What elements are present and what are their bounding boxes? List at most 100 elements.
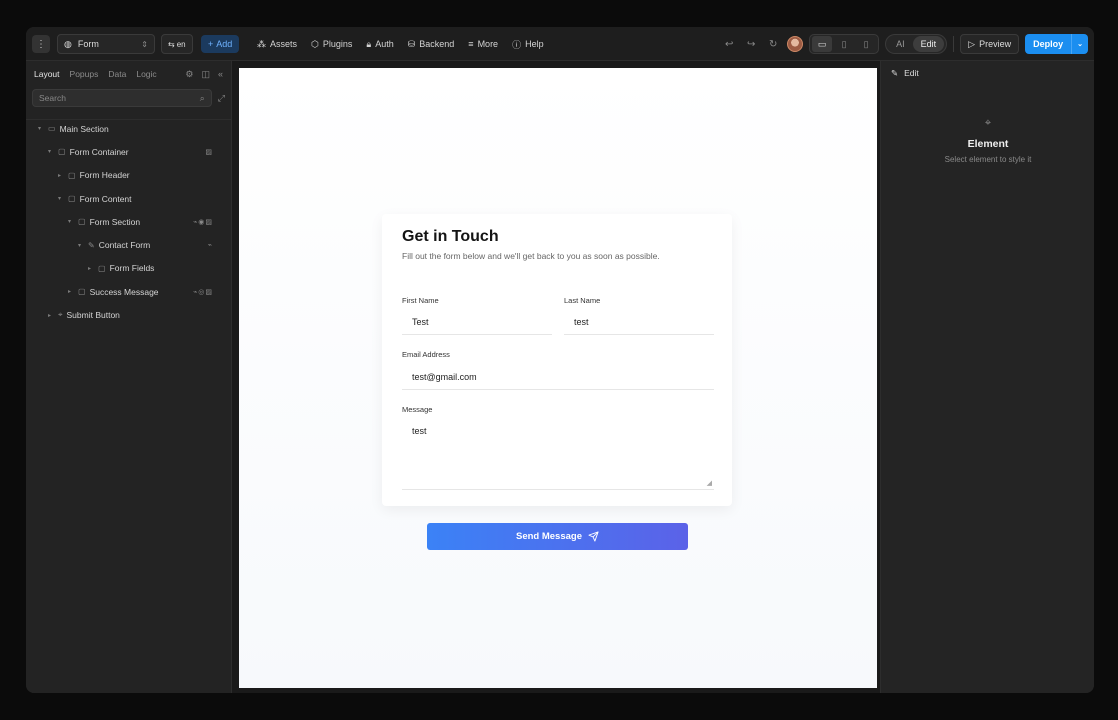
add-button[interactable]: + Add [201, 35, 240, 53]
expand-icon[interactable]: ⤢ [218, 93, 225, 104]
toolbar-divider [953, 36, 955, 52]
panel-icon[interactable]: ◫ [201, 69, 210, 80]
app-window: ⋮ ◍ Form ⇕ ⇆ en + Add ⁂ Assets ⬡ Plugins… [26, 27, 1094, 693]
search-placeholder: Search [39, 93, 66, 103]
search-input[interactable]: Search ⌕ [32, 89, 212, 107]
send-message-button[interactable]: Send Message [427, 523, 688, 550]
send-label: Send Message [516, 531, 582, 542]
avatar[interactable] [787, 36, 804, 52]
undo-icon[interactable]: ↩ [721, 39, 737, 50]
tree-item[interactable]: ▸ ⌖ Submit Button [26, 303, 231, 326]
tablet-icon[interactable]: ▯ [834, 36, 854, 52]
empty-title: Element [967, 138, 1009, 150]
mode-ai[interactable]: AI [888, 36, 913, 52]
tree-item[interactable]: ▸ ▢ Form Fields [26, 257, 231, 280]
tree-item-badges: ▨ [205, 148, 213, 156]
mode-switcher: AI Edit [885, 34, 948, 54]
tree-item-label: Submit Button [66, 310, 120, 321]
message-field[interactable]: test ◢ [402, 418, 714, 490]
chevron-down-icon[interactable]: ▾ [38, 125, 44, 132]
mode-edit[interactable]: Edit [912, 36, 945, 52]
form-title: Get in Touch [402, 228, 499, 245]
tree-item[interactable]: ▾ ▢ Form Section ⌁◉▨ [26, 210, 231, 233]
page-canvas[interactable]: Get in Touch Fill out the form below and… [239, 68, 877, 688]
more-icon: ≡ [468, 39, 474, 49]
help-label: Help [525, 39, 544, 49]
layer-tree: ▾ ▭ Main Section ▾ ▢ Form Container ▨ ▸ ▢ Form He… [26, 117, 231, 327]
page-select[interactable]: ◍ Form ⇕ [57, 34, 155, 54]
tree-item[interactable]: ▾ ▭ Main Section [26, 117, 231, 140]
auth-label: Auth [375, 39, 394, 49]
tree-item-label: Form Container [69, 146, 129, 157]
mobile-icon[interactable]: ▯ [856, 36, 876, 52]
redo-icon[interactable]: ↪ [743, 39, 759, 50]
chevron-right-icon[interactable]: ▸ [48, 312, 54, 319]
play-icon: ▷ [968, 38, 976, 49]
email-field[interactable]: test@gmail.com [402, 364, 714, 390]
backend-button[interactable]: ⛁ Backend [402, 34, 461, 54]
style-empty-state: ⌖ Element Select element to style it [881, 117, 1094, 164]
tree-item-label: Form Content [79, 193, 132, 204]
menu-icon[interactable]: ⋮ [32, 35, 50, 53]
tab-layout[interactable]: Layout [34, 69, 60, 79]
form-container[interactable]: Get in Touch Fill out the form below and… [382, 214, 732, 506]
cursor-icon: ⌖ [58, 310, 63, 320]
database-icon: ⛁ [407, 38, 416, 49]
tree-item[interactable]: ▸ ▢ Success Message ⌁◎▨ [26, 280, 231, 303]
tree-item-badges: ⌁◎▨ [193, 288, 213, 296]
tab-popups[interactable]: Popups [70, 69, 99, 79]
chevron-down-icon[interactable]: ▾ [48, 148, 54, 155]
chevron-down-icon[interactable]: ▾ [68, 218, 74, 225]
chevron-right-icon[interactable]: ▸ [68, 288, 74, 295]
tree-item-label: Form Header [79, 170, 130, 181]
language-button[interactable]: ⇆ en [161, 34, 193, 54]
chevron-down-icon[interactable]: ▾ [78, 242, 84, 249]
collapse-icon[interactable]: « [218, 69, 223, 80]
tab-data[interactable]: Data [108, 69, 126, 79]
preview-button[interactable]: ▷ Preview [960, 34, 1020, 54]
box-icon: ▢ [68, 194, 76, 204]
box-icon: ▢ [68, 170, 76, 180]
tree-item[interactable]: ▾ ▢ Form Content [26, 187, 231, 210]
refresh-icon[interactable]: ↻ [765, 39, 781, 50]
assets-icon: ⁂ [257, 38, 266, 49]
tree-item[interactable]: ▾ ▢ Form Container ▨ [26, 140, 231, 163]
last-name-field[interactable]: test [564, 309, 714, 335]
box-icon: ▢ [98, 263, 106, 273]
style-panel: ✎ Edit ⌖ Element Select element to style… [880, 61, 1094, 693]
style-panel-title: Edit [904, 68, 919, 78]
assets-button[interactable]: ⁂ Assets [251, 34, 303, 54]
tab-logic[interactable]: Logic [136, 69, 156, 79]
page-select-label: Form [77, 39, 99, 49]
preview-label: Preview [979, 39, 1012, 49]
chevron-down-icon[interactable]: ▾ [58, 195, 64, 202]
language-label: en [176, 39, 186, 49]
chevron-right-icon[interactable]: ▸ [58, 172, 64, 179]
message-value: test [412, 426, 427, 436]
section-icon: ▭ [48, 124, 56, 134]
pencil-icon: ✎ [891, 67, 899, 78]
tree-item[interactable]: ▾ ✎ Contact Form ⌁ [26, 233, 231, 256]
tree-item-label: Form Section [89, 216, 141, 227]
pencil-icon: ✎ [88, 240, 95, 250]
auth-button[interactable]: 🔒︎ Auth [360, 34, 399, 54]
more-button[interactable]: ≡ More [462, 34, 504, 54]
chevron-down-icon[interactable]: ⌄ [1071, 34, 1088, 54]
form-subtitle: Fill out the form below and we'll get ba… [402, 251, 660, 261]
settings-icon[interactable]: ⚙ [185, 69, 193, 80]
canvas-area: Get in Touch Fill out the form below and… [232, 61, 880, 693]
box-icon: ▢ [78, 287, 86, 297]
deploy-button[interactable]: Deploy ⌄ [1025, 34, 1088, 54]
first-name-field[interactable]: Test [402, 309, 552, 335]
plugins-button[interactable]: ⬡ Plugins [305, 34, 358, 54]
style-panel-header: ✎ Edit [881, 61, 1094, 85]
lock-icon: 🔒︎ [366, 38, 372, 49]
layers-sidebar: Layout Popups Data Logic ⚙ ◫ « Search ⌕ … [26, 61, 232, 693]
resize-handle-icon[interactable]: ◢ [707, 479, 712, 487]
help-button[interactable]: ⓘ Help [506, 34, 550, 54]
top-toolbar: ⋮ ◍ Form ⇕ ⇆ en + Add ⁂ Assets ⬡ Plugins… [26, 27, 1094, 61]
tree-item[interactable]: ▸ ▢ Form Header [26, 164, 231, 187]
desktop-icon[interactable]: ▭ [812, 36, 833, 52]
chevron-right-icon[interactable]: ▸ [88, 265, 94, 272]
tree-item-label: Success Message [89, 286, 159, 297]
